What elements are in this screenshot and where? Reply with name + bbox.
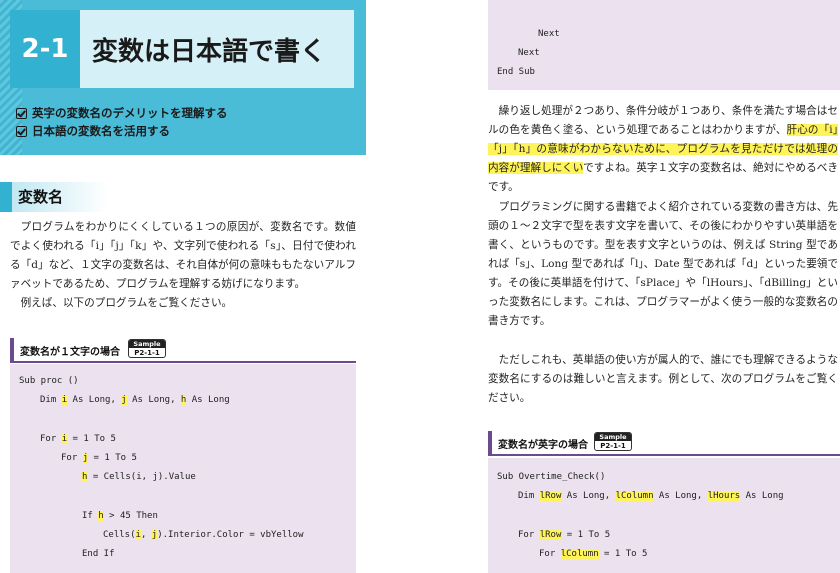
code-line: For j = 1 To 5 <box>61 453 137 463</box>
sample-badge: Sample P2-1-1 <box>594 432 632 451</box>
paragraph: 繰り返し処理が２つあり、条件分岐が１つあり、条件を満たす場合はセルの色を黄色く塗… <box>488 105 839 193</box>
code-line: Sub Overtime_Check() <box>497 472 606 482</box>
paragraph: 例えば、以下のプログラムをご覧ください。 <box>20 297 233 309</box>
code-block-continued: Next Next End Sub <box>488 0 840 90</box>
heading-text: 変数名 <box>18 188 64 206</box>
code-line: End If <box>82 549 115 559</box>
goal-text: 英字の変数名のデメリットを理解する <box>32 106 228 120</box>
code-line: h = Cells(i, j).Value <box>82 472 196 482</box>
body-text: プログラミングに関する書籍でよく紹介されている変数の書き方は、先頭の１〜２文字で… <box>488 198 838 331</box>
paragraph: プログラムをわかりにくくしている１つの原因が、変数名です。数値でよく使われる「i… <box>10 221 356 290</box>
code-block: Sub proc () Dim i As Long, j As Long, h … <box>10 364 356 573</box>
var-highlight: lColumn <box>560 549 599 559</box>
chapter-header: 2-1 変数は日本語で書く 英字の変数名のデメリットを理解する 日本語の変数名を… <box>0 0 366 155</box>
var-highlight: lColumn <box>615 491 654 501</box>
paragraph: プログラミングに関する書籍でよく紹介されている変数の書き方は、先頭の１〜２文字で… <box>488 201 838 327</box>
subsection-heading: 変数名 <box>0 182 360 212</box>
code-block: Sub Overtime_Check() Dim lRow As Long, l… <box>488 458 840 573</box>
learning-goals: 英字の変数名のデメリットを理解する 日本語の変数名を活用する <box>16 104 228 140</box>
sample-badge: Sample P2-1-1 <box>128 339 166 358</box>
right-page: Next Next End Sub 繰り返し処理が２つあり、条件分岐が１つあり、… <box>474 0 840 573</box>
paragraph: ただしこれも、英単語の使い方が属人的で、誰にでも理解できるような変数名にするのは… <box>488 354 838 404</box>
code-line: Dim i As Long, j As Long, h As Long <box>40 395 230 405</box>
caption-bar <box>10 338 14 362</box>
badge-top: Sample <box>595 433 631 441</box>
goal-item: 英字の変数名のデメリットを理解する <box>16 104 228 122</box>
left-page: 2-1 変数は日本語で書く 英字の変数名のデメリットを理解する 日本語の変数名を… <box>0 0 366 573</box>
code-line: If h > 45 Then <box>82 511 158 521</box>
checkbox-icon <box>16 107 27 119</box>
code-caption: 変数名が英字の場合 Sample P2-1-1 <box>488 431 840 456</box>
caption-rule <box>10 361 356 363</box>
code-line: For lRow = 1 To 5 <box>518 530 611 540</box>
code-line: Next <box>518 48 540 58</box>
body-text: ただしこれも、英単語の使い方が属人的で、誰にでも理解できるような変数名にするのは… <box>488 351 838 408</box>
goal-text: 日本語の変数名を活用する <box>32 124 170 138</box>
section-number: 2-1 <box>10 10 80 88</box>
heading-bar <box>0 182 12 212</box>
code-line: Next <box>538 29 560 39</box>
var-highlight: lRow <box>539 491 562 501</box>
code-caption: 変数名が１文字の場合 Sample P2-1-1 <box>10 338 356 363</box>
code-line: End Sub <box>497 67 535 77</box>
badge-bottom: P2-1-1 <box>600 442 626 450</box>
goal-item: 日本語の変数名を活用する <box>16 122 228 140</box>
body-text: プログラムをわかりにくくしている１つの原因が、変数名です。数値でよく使われる「i… <box>10 218 356 313</box>
var-highlight: lHours <box>707 491 741 501</box>
var-highlight: lRow <box>539 530 562 540</box>
caption-label: 変数名が１文字の場合 <box>20 347 120 358</box>
checkbox-icon <box>16 125 27 137</box>
code-line: Cells(i, j).Interior.Color = vbYellow <box>103 530 304 540</box>
code-line: Sub proc () <box>19 376 79 386</box>
body-text: 繰り返し処理が２つあり、条件分岐が１つあり、条件を満たす場合はセルの色を黄色く塗… <box>488 102 839 197</box>
code-line: For lColumn = 1 To 5 <box>539 549 648 559</box>
code-line: Dim lRow As Long, lColumn As Long, lHour… <box>518 491 784 501</box>
section-title: 変数は日本語で書く <box>92 36 327 67</box>
caption-label: 変数名が英字の場合 <box>498 440 588 451</box>
caption-rule <box>488 454 840 456</box>
badge-bottom: P2-1-1 <box>134 349 160 357</box>
title-box: 2-1 変数は日本語で書く <box>10 10 354 88</box>
code-line: For i = 1 To 5 <box>40 434 116 444</box>
badge-top: Sample <box>129 340 165 348</box>
caption-bar <box>488 431 492 455</box>
